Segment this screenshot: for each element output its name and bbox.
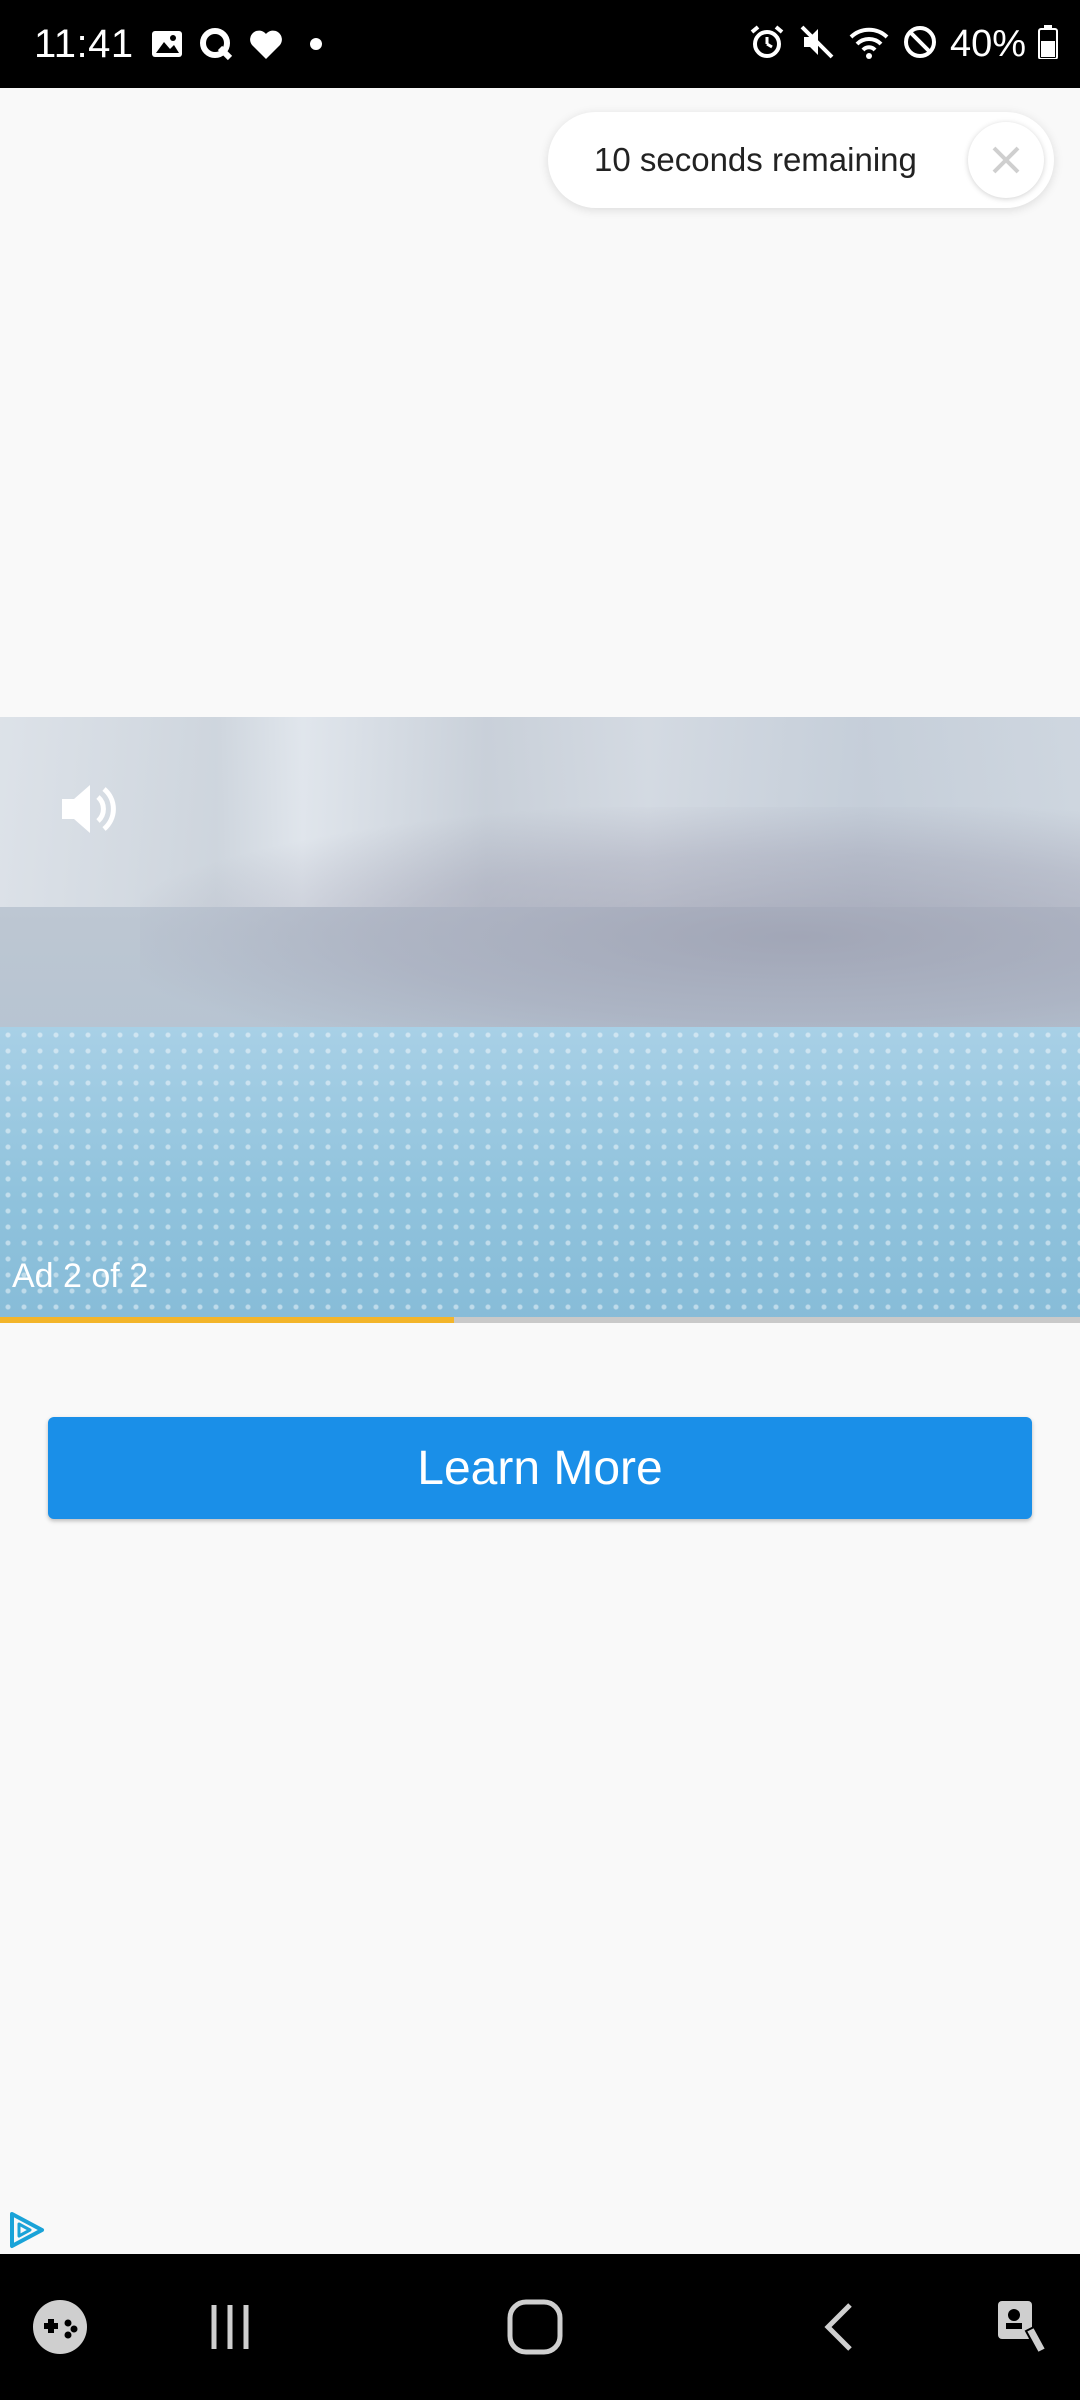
status-time: 11:41 xyxy=(34,21,134,66)
mute-icon xyxy=(798,23,836,66)
play-triangle-icon[interactable] xyxy=(6,2210,46,2250)
ad-counter: Ad 2 of 2 xyxy=(12,1257,149,1295)
video-frame-mattress xyxy=(0,1027,1080,1321)
do-not-disturb-icon xyxy=(902,24,938,65)
ad-progress-fill xyxy=(0,1317,454,1323)
speaker-icon[interactable] xyxy=(58,777,122,841)
close-icon xyxy=(992,146,1020,174)
countdown-pill: 10 seconds remaining xyxy=(548,112,1054,208)
recents-icon[interactable] xyxy=(190,2254,270,2400)
battery-percent: 40% xyxy=(949,22,1026,65)
countdown-text: 10 seconds remaining xyxy=(594,141,917,178)
ad-screen: 11:41 40% 10 seconds remaining Ad 2 of 2… xyxy=(0,0,1080,2400)
close-button[interactable] xyxy=(968,122,1044,198)
learn-more-button[interactable]: Learn More xyxy=(48,1417,1032,1519)
dot-icon xyxy=(298,27,334,61)
q-app-icon xyxy=(198,26,234,62)
status-system-icons: 40% xyxy=(748,0,1058,88)
navigation-bar xyxy=(0,2254,1080,2400)
heart-icon xyxy=(248,27,284,61)
battery-icon xyxy=(1038,24,1058,64)
alarm-icon xyxy=(748,23,786,66)
ad-video-player[interactable]: Ad 2 of 2 xyxy=(0,717,1080,1321)
accessibility-icon[interactable] xyxy=(982,2254,1062,2400)
wifi-icon xyxy=(848,23,890,66)
status-notification-icons xyxy=(150,0,334,88)
status-bar: 11:41 40% xyxy=(0,0,1080,88)
ad-progress-bar xyxy=(0,1317,1080,1323)
game-launcher-icon[interactable] xyxy=(20,2254,100,2400)
back-icon[interactable] xyxy=(800,2254,880,2400)
gallery-icon xyxy=(150,27,184,61)
home-icon[interactable] xyxy=(495,2254,575,2400)
